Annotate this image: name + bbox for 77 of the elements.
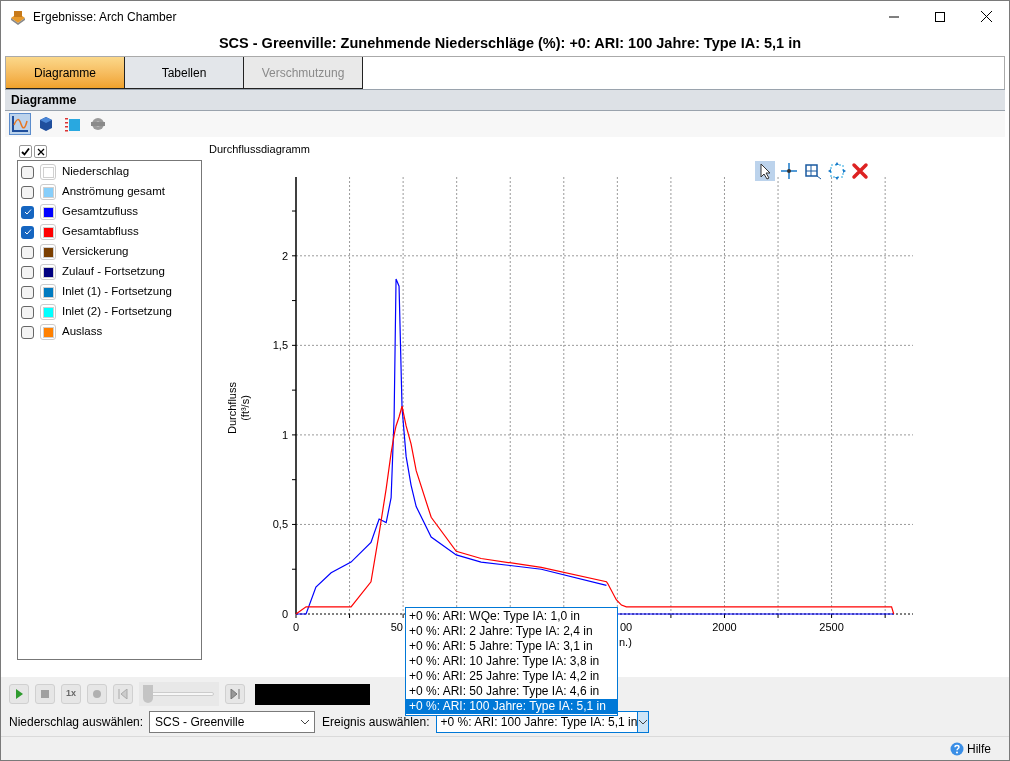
checkbox[interactable] xyxy=(21,205,34,219)
dropdown-option[interactable]: +0 %: ARI: 100 Jahre: Type IA: 5,1 in xyxy=(406,699,617,714)
selector-label: Niederschlag auswählen: xyxy=(9,713,144,731)
dropdown-option[interactable]: +0 %: ARI: 10 Jahre: Type IA: 3,8 in xyxy=(406,654,617,669)
checkmark-icon xyxy=(23,208,32,216)
tab[interactable]: Diagramme xyxy=(6,57,125,89)
skip-end-icon xyxy=(230,689,240,699)
crosshair-icon[interactable] xyxy=(779,161,799,181)
series-label: Versickerung xyxy=(62,244,129,260)
series-label: Inlet (1) - Fortsetzung xyxy=(62,284,172,300)
selector-label: Ereignis auswählen: xyxy=(322,713,430,731)
checkbox[interactable] xyxy=(21,305,34,319)
x-tick-label: 00 xyxy=(620,621,633,633)
x-tick-label: 2500 xyxy=(819,621,844,633)
dropdown-option[interactable]: +0 %: ARI: WQe: Type IA: 1,0 in xyxy=(406,609,617,624)
checkbox[interactable] xyxy=(21,225,34,239)
close-icon[interactable] xyxy=(851,162,869,180)
uncheck-all-button[interactable] xyxy=(34,145,47,158)
pan-icon[interactable] xyxy=(827,161,847,181)
dropdown[interactable]: SCS - Greenville xyxy=(149,710,316,733)
x-tick-label: 0 xyxy=(292,621,300,633)
window-title: Ergebnisse: Arch Chamber xyxy=(33,8,177,26)
checkmark-icon xyxy=(23,228,32,236)
y-tick-label: 1 xyxy=(281,428,288,441)
chart-title: Durchflussdiagramm xyxy=(209,143,310,155)
help-button[interactable]: Hilfe xyxy=(950,739,991,758)
help-icon xyxy=(950,741,964,756)
dropdown-option[interactable]: +0 %: ARI: 2 Jahre: Type IA: 2,4 in xyxy=(406,624,617,639)
series-label: Zulauf - Fortsetzung xyxy=(62,264,165,280)
y-tick-label: 2 xyxy=(281,249,288,262)
checkbox[interactable] xyxy=(21,325,34,339)
tab[interactable]: Tabellen xyxy=(125,57,244,89)
maximize-icon xyxy=(935,11,945,22)
line-chart-icon xyxy=(11,115,29,133)
skip-start-button[interactable] xyxy=(113,684,133,704)
chevron-down-icon xyxy=(638,718,649,725)
y-tick-label: 0,5 xyxy=(272,518,288,531)
play-icon xyxy=(15,689,23,699)
y-axis-label: Durchfluss (ft³/s) xyxy=(226,381,252,436)
series-label: Niederschlag xyxy=(62,164,130,180)
speed-button[interactable]: 1x xyxy=(61,684,81,704)
checkbox[interactable] xyxy=(21,245,34,259)
cube-icon xyxy=(38,116,54,132)
results-heading: SCS - Greenville: Zunehmende Niederschläge (%): +0: ARI: 100 Jahre: Type IA: 5,1 in xyxy=(217,34,803,54)
x-tick-label: 2000 xyxy=(712,621,737,633)
position-slider[interactable] xyxy=(139,682,219,706)
skip-end-button[interactable] xyxy=(225,684,245,704)
series-label: Auslass xyxy=(62,324,103,340)
series-label: Anströmung gesamt xyxy=(62,184,165,200)
dropdown-option[interactable]: +0 %: ARI: 25 Jahre: Type IA: 4,2 in xyxy=(406,669,617,684)
list-icon xyxy=(64,116,80,132)
dropdown-option[interactable]: +0 %: ARI: 5 Jahre: Type IA: 3,1 in xyxy=(406,639,617,654)
zoom-box-icon[interactable] xyxy=(803,161,823,181)
checkbox[interactable] xyxy=(21,165,34,179)
checkbox[interactable] xyxy=(21,185,34,199)
x-tick-label: 50 xyxy=(390,621,403,633)
section-header: Diagramme xyxy=(5,89,1005,111)
y-tick-label: 0 xyxy=(281,608,288,620)
play-button[interactable] xyxy=(9,684,29,704)
series-label: Inlet (2) - Fortsetzung xyxy=(62,304,172,320)
series-label: Gesamtzufluss xyxy=(62,204,139,220)
close-icon xyxy=(980,11,992,22)
y-tick-label: 1,5 xyxy=(272,339,288,352)
check-all-button[interactable] xyxy=(19,145,32,158)
dropdown-option[interactable]: +0 %: ARI: 50 Jahre: Type IA: 4,6 in xyxy=(406,684,617,699)
x-axis-label: n.) xyxy=(619,636,632,648)
chevron-down-icon xyxy=(300,718,311,725)
pointer-icon[interactable] xyxy=(755,161,775,181)
slider-thumb[interactable] xyxy=(143,685,153,703)
stop-icon xyxy=(41,690,49,698)
checkbox[interactable] xyxy=(21,285,34,299)
series-label: Gesamtabfluss xyxy=(62,224,139,240)
app-icon xyxy=(9,8,27,25)
skip-start-icon xyxy=(118,689,128,699)
toolbar-button[interactable] xyxy=(9,113,31,135)
record-icon xyxy=(93,690,101,698)
checkbox[interactable] xyxy=(21,265,34,279)
